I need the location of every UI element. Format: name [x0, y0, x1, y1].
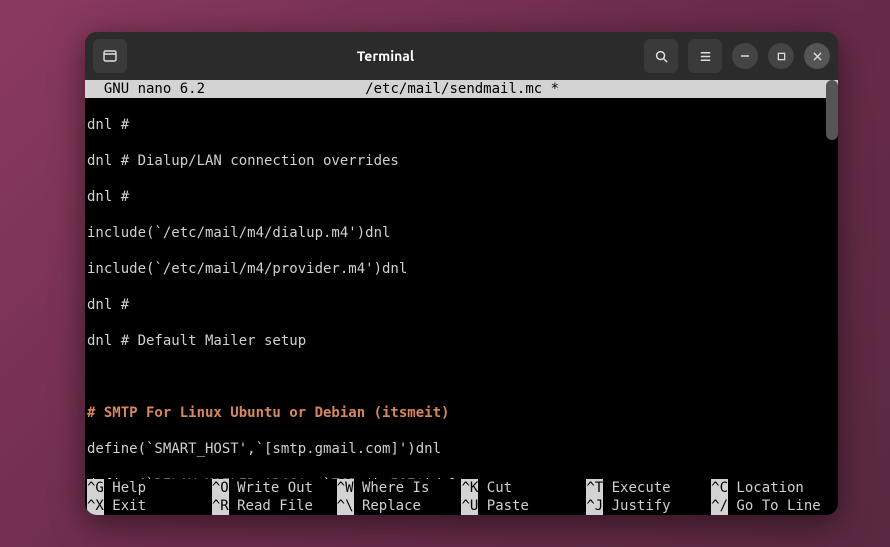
nano-header: GNU nano 6.2 /etc/mail/sendmail.mc * — [85, 80, 838, 98]
search-icon — [654, 49, 669, 64]
nano-filename: /etc/mail/sendmail.mc * — [365, 81, 559, 97]
search-button[interactable] — [644, 39, 678, 73]
editor-content[interactable]: dnl # dnl # Dialup/LAN connection overri… — [85, 98, 838, 479]
footer-row-1: ^G Help ^O Write Out ^W Where Is ^K Cut … — [87, 479, 836, 497]
shortcut-paste: ^U Paste — [461, 497, 586, 515]
close-button[interactable] — [804, 43, 830, 69]
shortcut-justify: ^J Justify — [586, 497, 711, 515]
code-line: include(`/etc/mail/m4/provider.m4')dnl — [87, 260, 836, 278]
shortcut-whereis: ^W Where Is — [337, 479, 462, 497]
scrollbar-thumb[interactable] — [826, 80, 838, 140]
code-line: dnl # — [87, 116, 836, 134]
code-line: define(`SMART_HOST',`[smtp.gmail.com]')d… — [87, 440, 836, 458]
minimize-icon — [740, 51, 750, 61]
shortcut-location: ^C Location — [711, 479, 836, 497]
code-line: dnl # — [87, 296, 836, 314]
shortcut-gotoline: ^/ Go To Line — [711, 497, 836, 515]
titlebar: Terminal — [85, 32, 838, 80]
window-title: Terminal — [133, 48, 638, 64]
menu-button[interactable] — [688, 39, 722, 73]
shortcut-help: ^G Help — [87, 479, 212, 497]
code-line: include(`/etc/mail/m4/dialup.m4')dnl — [87, 224, 836, 242]
new-tab-button[interactable] — [93, 39, 127, 73]
terminal-tab-icon — [102, 48, 118, 64]
terminal-window: Terminal GNU nan — [85, 32, 838, 515]
shortcut-exit: ^X Exit — [87, 497, 212, 515]
comment-line: # SMTP For Linux Ubuntu or Debian (itsme… — [87, 404, 836, 422]
minimize-button[interactable] — [732, 43, 758, 69]
close-icon — [813, 52, 822, 61]
hamburger-icon — [698, 49, 713, 64]
shortcut-writeout: ^O Write Out — [212, 479, 337, 497]
code-line: dnl # Default Mailer setup — [87, 332, 836, 350]
code-line: dnl # Dialup/LAN connection overrides — [87, 152, 836, 170]
shortcut-replace: ^\ Replace — [337, 497, 462, 515]
shortcut-execute: ^T Execute — [586, 479, 711, 497]
footer-row-2: ^X Exit ^R Read File ^\ Replace ^U Paste… — [87, 497, 836, 515]
shortcut-readfile: ^R Read File — [212, 497, 337, 515]
nano-footer: ^G Help ^O Write Out ^W Where Is ^K Cut … — [85, 479, 838, 515]
shortcut-cut: ^K Cut — [461, 479, 586, 497]
maximize-button[interactable] — [768, 43, 794, 69]
code-line — [87, 368, 836, 386]
maximize-icon — [777, 52, 786, 61]
terminal-viewport[interactable]: GNU nano 6.2 /etc/mail/sendmail.mc * dnl… — [85, 80, 838, 515]
nano-version: GNU nano 6.2 — [87, 81, 205, 97]
code-line: dnl # — [87, 188, 836, 206]
